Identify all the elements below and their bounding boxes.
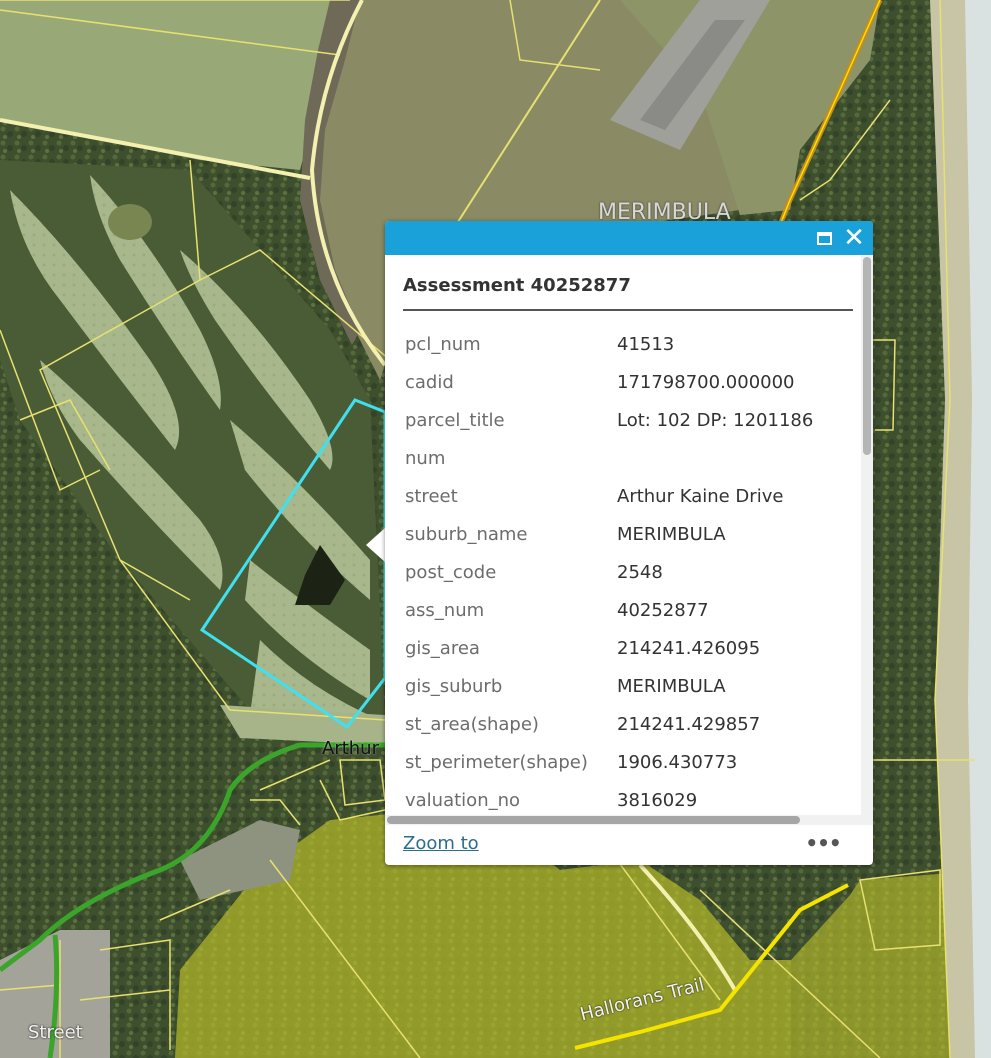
feature-popup: ✕ Assessment 40252877 pcl_num 41513 cadid… (385, 221, 873, 865)
attribute-row: st_perimeter(shape) 1906.430773 (405, 743, 813, 781)
close-button[interactable]: ✕ (841, 225, 867, 251)
map-label-road-street: Street (28, 1022, 83, 1043)
attribute-value: 214241.429857 (617, 713, 761, 735)
attribute-row: st_area(shape) 214241.429857 (405, 705, 813, 743)
zoom-to-link[interactable]: Zoom to (403, 833, 479, 854)
attribute-row: pcl_num 41513 (405, 325, 813, 363)
vertical-scrollbar-thumb[interactable] (863, 257, 871, 455)
attribute-name: ass_num (405, 599, 485, 621)
popup-title: Assessment 40252877 (403, 275, 631, 296)
attribute-value: Arthur Kaine Drive (617, 485, 784, 507)
attribute-name: post_code (405, 561, 497, 583)
attribute-row: street Arthur Kaine Drive (405, 477, 813, 515)
close-icon: ✕ (843, 223, 865, 253)
attribute-name: parcel_title (405, 409, 505, 431)
pond (108, 204, 152, 240)
attribute-name: st_area(shape) (405, 713, 539, 735)
attribute-name: pcl_num (405, 333, 481, 355)
attribute-value: 171798700.000000 (617, 371, 795, 393)
attribute-name: street (405, 485, 458, 507)
popup-pointer (366, 527, 386, 563)
popup-header: ✕ (385, 221, 873, 255)
attribute-table: pcl_num 41513 cadid 171798700.000000 parce… (405, 325, 813, 815)
horizontal-scrollbar[interactable] (385, 815, 873, 825)
attribute-name: cadid (405, 371, 454, 393)
attribute-row: cadid 171798700.000000 (405, 363, 813, 401)
attribute-value: 214241.426095 (617, 637, 761, 659)
attribute-value (617, 439, 813, 477)
attribute-name: suburb_name (405, 523, 528, 545)
attribute-value: 40252877 (617, 599, 709, 621)
attribute-value: 41513 (617, 333, 675, 355)
attribute-row: gis_suburb MERIMBULA (405, 667, 813, 705)
attribute-name: num (405, 447, 446, 469)
attribute-value: MERIMBULA (617, 523, 726, 545)
attribute-row: suburb_name MERIMBULA (405, 515, 813, 553)
popup-body[interactable]: Assessment 40252877 pcl_num 41513 cadid 17… (385, 255, 861, 815)
vertical-scrollbar[interactable] (861, 255, 873, 815)
attribute-name: st_perimeter(shape) (405, 751, 588, 773)
map-label-road-arthur: Arthur (322, 738, 379, 759)
more-actions-button[interactable]: ••• (803, 831, 843, 857)
maximize-button[interactable] (811, 225, 837, 251)
attribute-name: gis_suburb (405, 675, 503, 697)
attribute-row: gis_area 214241.426095 (405, 629, 813, 667)
attribute-value: 2548 (617, 561, 663, 583)
attribute-name: valuation_no (405, 789, 521, 811)
attribute-row: post_code 2548 (405, 553, 813, 591)
maximize-icon (816, 231, 832, 245)
attribute-row: parcel_title Lot: 102 DP: 1201186 (405, 401, 813, 439)
attribute-row: num (405, 439, 813, 477)
popup-footer: Zoom to ••• (385, 825, 873, 865)
attribute-value: 1906.430773 (617, 751, 738, 773)
attribute-row: ass_num 40252877 (405, 591, 813, 629)
attribute-value: Lot: 102 DP: 1201186 (617, 409, 814, 431)
attribute-name: gis_area (405, 637, 480, 659)
horizontal-scrollbar-thumb[interactable] (387, 816, 800, 824)
attribute-value: MERIMBULA (617, 675, 726, 697)
title-divider (403, 309, 853, 311)
attribute-row: valuation_no 3816029 (405, 781, 813, 815)
attribute-value: 3816029 (617, 789, 698, 811)
